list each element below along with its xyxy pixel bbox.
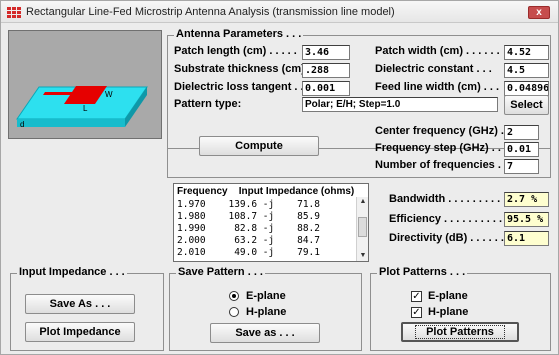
plot-e-plane-label: E-plane (428, 290, 468, 302)
close-button[interactable]: x (528, 6, 550, 19)
compute-button[interactable]: Compute (199, 136, 319, 156)
plot-patterns-button[interactable]: Plot Patterns (401, 322, 519, 342)
dielectric-loss-label: Dielectric loss tangent . . (174, 81, 304, 93)
app-icon (7, 7, 21, 18)
feed-line-width-field[interactable]: 0.04896 (504, 81, 549, 96)
directivity-value: 6.1 (504, 231, 549, 246)
dielectric-constant-field[interactable]: 4.5 (504, 63, 549, 78)
patch-width-label: Patch width (cm) . . . . . . (375, 45, 500, 57)
feed-line-width-label: Feed line width (cm) . . . (375, 81, 500, 93)
header-frequency: Frequency (177, 186, 228, 197)
frequency-step-label: Frequency step (GHz) . . (375, 142, 501, 154)
label-l: L (83, 104, 88, 113)
plot-patterns-legend: Plot Patterns . . . (377, 266, 468, 278)
save-h-plane-label: H-plane (246, 306, 287, 318)
dielectric-loss-field[interactable]: 0.001 (302, 81, 350, 96)
antenna-parameters-legend: Antenna Parameters . . . (174, 28, 304, 40)
save-e-plane-label: E-plane (246, 290, 286, 302)
list-item[interactable]: 2.000 63.2 -j 84.7 (177, 235, 320, 246)
impedance-save-as-button[interactable]: Save As . . . (25, 294, 135, 314)
center-frequency-label: Center frequency (GHz) . (375, 125, 504, 137)
scroll-down-icon[interactable]: ▼ (358, 251, 368, 261)
bandwidth-value: 2.7 % (504, 192, 549, 207)
feed-line (43, 92, 73, 95)
list-item[interactable]: 1.970 139.6 -j 71.8 (177, 199, 320, 210)
antenna-drawing: L W d (16, 86, 148, 129)
close-icon: x (536, 7, 542, 18)
select-button[interactable]: Select (504, 95, 549, 115)
patch-length-field[interactable]: 3.46 (302, 45, 350, 60)
list-item[interactable]: 1.980 108.7 -j 85.9 (177, 211, 320, 222)
plot-e-plane-checkbox[interactable]: ✓ (411, 291, 422, 302)
substrate-thickness-label: Substrate thickness (cm) (174, 63, 305, 75)
plot-h-plane-checkbox[interactable]: ✓ (411, 307, 422, 318)
bandwidth-label: Bandwidth . . . . . . . . . . (389, 193, 507, 205)
save-pattern-legend: Save Pattern . . . (176, 266, 265, 278)
list-item[interactable]: 2.010 49.0 -j 79.1 (177, 247, 320, 258)
app-window: Rectangular Line-Fed Microstrip Antenna … (0, 0, 559, 355)
number-of-frequencies-field[interactable]: 7 (504, 159, 539, 174)
header-impedance: Input Impedance (ohms) (238, 186, 355, 197)
plot-patterns-button-label: Plot Patterns (415, 325, 505, 339)
frequency-step-field[interactable]: 0.01 (504, 142, 539, 157)
efficiency-value: 95.5 % (504, 212, 549, 227)
label-w: W (105, 90, 113, 99)
efficiency-label: Efficiency . . . . . . . . . . . (389, 213, 509, 225)
dielectric-constant-label: Dielectric constant . . . (375, 63, 492, 75)
title-bar: Rectangular Line-Fed Microstrip Antenna … (1, 1, 558, 23)
antenna-diagram: L W d (8, 30, 162, 139)
plot-impedance-button[interactable]: Plot Impedance (25, 322, 135, 342)
pattern-save-as-button[interactable]: Save as . . . (210, 323, 320, 343)
window-title: Rectangular Line-Fed Microstrip Antenna … (26, 6, 395, 18)
input-impedance-legend: Input Impedance . . . (17, 266, 127, 278)
center-frequency-field[interactable]: 2 (504, 125, 539, 140)
scroll-thumb[interactable] (358, 217, 367, 237)
patch-width-field[interactable]: 4.52 (504, 45, 549, 60)
scroll-up-icon[interactable]: ▲ (358, 197, 368, 207)
list-scrollbar[interactable]: ▲ ▼ (356, 197, 368, 261)
number-of-frequencies-label: Number of frequencies . . (375, 159, 508, 171)
plot-h-plane-label: H-plane (428, 306, 469, 318)
pattern-type-label: Pattern type: (174, 98, 242, 110)
impedance-list[interactable]: Frequency Input Impedance (ohms) 1.970 1… (173, 183, 369, 262)
label-d: d (20, 120, 24, 129)
pattern-type-field[interactable]: Polar; E/H; Step=1.0 (302, 97, 498, 112)
h-plane-radio[interactable] (229, 307, 239, 317)
e-plane-radio[interactable] (229, 291, 239, 301)
impedance-list-header: Frequency Input Impedance (ohms) (177, 186, 354, 197)
list-item[interactable]: 1.990 82.8 -j 88.2 (177, 223, 320, 234)
patch-length-label: Patch length (cm) . . . . . (174, 45, 297, 57)
substrate-thickness-field[interactable]: .288 (302, 63, 350, 78)
directivity-label: Directivity (dB) . . . . . . (389, 232, 504, 244)
